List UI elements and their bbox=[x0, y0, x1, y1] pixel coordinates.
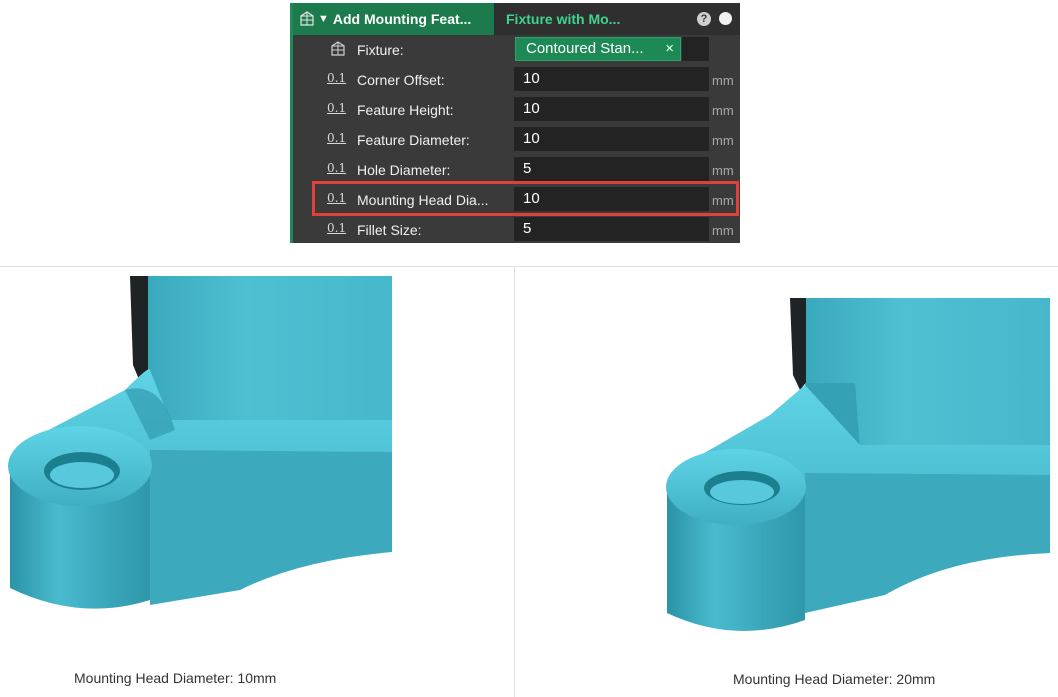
field-row-corner-offset: 0.1 Corner Offset: 10 mm bbox=[293, 65, 740, 95]
render-10mm-image bbox=[8, 276, 392, 609]
field-label: Mounting Head Dia... bbox=[357, 192, 489, 208]
numeric-icon: 0.1 bbox=[327, 101, 347, 115]
numeric-icon: 0.1 bbox=[327, 191, 347, 205]
property-panel: ▼ Add Mounting Feat... Fixture with Mo..… bbox=[290, 3, 740, 243]
field-label: Feature Height: bbox=[357, 102, 454, 118]
tab-fixture-with-mounting[interactable]: Fixture with Mo... bbox=[506, 3, 620, 35]
mounting-head-diameter-input[interactable]: 10 bbox=[514, 187, 709, 211]
render-20mm-image bbox=[666, 298, 1050, 631]
unit-label: mm bbox=[712, 193, 734, 208]
field-row-feature-diameter: 0.1 Feature Diameter: 10 mm bbox=[293, 125, 740, 155]
numeric-icon: 0.1 bbox=[327, 221, 347, 235]
fixture-row: Fixture: Contoured Stan... × bbox=[293, 35, 740, 65]
field-label: Feature Diameter: bbox=[357, 132, 470, 148]
unit-label: mm bbox=[712, 103, 734, 118]
chevron-down-icon[interactable]: ▼ bbox=[318, 13, 329, 25]
feature-diameter-input[interactable]: 10 bbox=[514, 127, 709, 151]
fillet-size-input[interactable]: 5 bbox=[514, 217, 709, 241]
help-icon[interactable]: ? bbox=[697, 12, 711, 26]
panel-title: Add Mounting Feat... bbox=[332, 11, 472, 27]
unit-label: mm bbox=[712, 163, 734, 178]
field-label: Fillet Size: bbox=[357, 222, 422, 238]
field-row-mounting-head-diameter: 0.1 Mounting Head Dia... 10 mm bbox=[293, 185, 740, 215]
caption-right: Mounting Head Diameter: 20mm bbox=[733, 671, 936, 687]
panel-header: ▼ Add Mounting Feat... Fixture with Mo..… bbox=[293, 3, 740, 35]
numeric-icon: 0.1 bbox=[327, 161, 347, 175]
field-row-fillet-size: 0.1 Fillet Size: 5 mm bbox=[293, 215, 740, 243]
vertical-divider bbox=[514, 267, 515, 697]
fixture-value: Contoured Stan... bbox=[526, 40, 644, 57]
field-row-hole-diameter: 0.1 Hole Diameter: 5 mm bbox=[293, 155, 740, 185]
fixture-field-tail[interactable] bbox=[682, 37, 709, 61]
fixture-icon bbox=[331, 41, 345, 56]
fixture-selector[interactable]: Contoured Stan... × bbox=[515, 37, 681, 61]
clear-fixture-icon[interactable]: × bbox=[665, 38, 674, 60]
fixture-label: Fixture: bbox=[357, 42, 404, 58]
field-label: Hole Diameter: bbox=[357, 162, 451, 178]
hole-diameter-input[interactable]: 5 bbox=[514, 157, 709, 181]
caption-left: Mounting Head Diameter: 10mm bbox=[74, 670, 277, 686]
unit-label: mm bbox=[712, 133, 734, 148]
horizontal-divider bbox=[0, 266, 1058, 267]
tab-add-mounting-feature[interactable]: ▼ Add Mounting Feat... bbox=[293, 3, 494, 35]
feature-height-input[interactable]: 10 bbox=[514, 97, 709, 121]
fixture-icon bbox=[300, 11, 314, 26]
numeric-icon: 0.1 bbox=[327, 131, 347, 145]
unit-label: mm bbox=[712, 223, 734, 238]
status-dot-icon[interactable] bbox=[719, 12, 732, 25]
corner-offset-input[interactable]: 10 bbox=[514, 67, 709, 91]
unit-label: mm bbox=[712, 73, 734, 88]
field-label: Corner Offset: bbox=[357, 72, 445, 88]
field-row-feature-height: 0.1 Feature Height: 10 mm bbox=[293, 95, 740, 125]
numeric-icon: 0.1 bbox=[327, 71, 347, 85]
